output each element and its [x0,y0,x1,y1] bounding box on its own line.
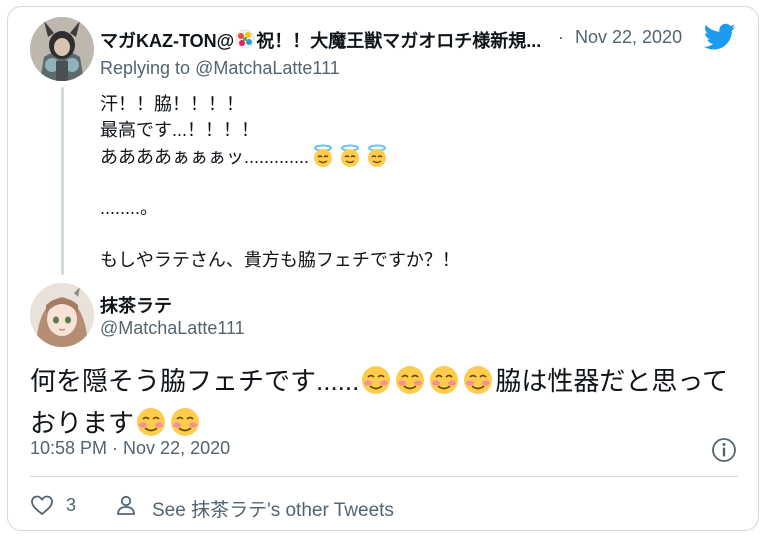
halo-emoji-icon [337,143,363,176]
blush-emoji-icon [428,364,460,405]
replying-prefix: Replying to [100,58,196,78]
parent-line-3: ああああぁぁぁッ............. [100,143,460,169]
reply-author-handle[interactable]: @MatchaLatte111 [100,318,245,339]
see-other-tweets-link[interactable]: See 抹茶ラテ's other Tweets [152,495,394,522]
reply-author-avatar[interactable] [30,283,94,347]
parent-tweet-date-link[interactable]: Nov 22, 2020 [575,27,682,48]
replying-to-line: Replying to @MatchaLatte111 [100,58,340,79]
replying-to-mention-link[interactable]: @MatchaLatte111 [195,58,340,78]
parent-line-blank [100,221,460,247]
parent-author-name-text: マガKAZ-TON@ [100,31,235,51]
parent-author-name[interactable]: マガKAZ-TON@ 祝！！大魔王獣マガオロチ様新規... [100,27,541,55]
celebration-emoji-icon [234,28,256,55]
info-icon[interactable] [710,436,738,464]
actions-divider [30,476,738,477]
date-separator: · [558,27,564,47]
parent-line-blank [100,169,460,195]
reply-text-part-1: 何を隠そう脇フェチです...... [30,366,360,396]
blush-emoji-icon [394,364,426,405]
parent-tweet-text: 汗！！脇！！！！ 最高です...！！！！ ああああぁぁぁッ...........… [100,91,460,273]
person-icon[interactable] [114,493,138,517]
halo-emoji-icon [310,143,336,176]
thread-connector-line [61,87,64,275]
reply-tweet-text: 何を隠そう脇フェチです...... 脇は性器だと思っております [30,363,730,447]
twitter-bird-icon[interactable] [704,23,736,51]
like-count[interactable]: 3 [66,495,76,516]
reply-author-name[interactable]: 抹茶ラテ [100,292,172,318]
heart-icon[interactable] [30,493,54,517]
parent-line-3-text: ああああぁぁぁッ............. [100,147,310,167]
parent-author-name-rest: 祝！！大魔王獣マガオロチ様新規... [256,31,542,51]
parent-author-avatar[interactable] [30,17,94,81]
blush-emoji-icon [462,364,494,405]
parent-line-7: もしやラテさん、貴方も脇フェチですか？！ [100,250,460,270]
blush-emoji-icon [360,364,392,405]
parent-line-1: 汗！！脇！！！！ [100,94,244,114]
parent-line-2: 最高です...！！！！ [100,120,260,140]
parent-line-5: ........。 [100,198,159,218]
reply-timestamp-link[interactable]: 10:58 PM · Nov 22, 2020 [30,438,230,459]
reply-text-part-3: ます [82,408,135,438]
halo-emoji-icon [364,143,390,176]
